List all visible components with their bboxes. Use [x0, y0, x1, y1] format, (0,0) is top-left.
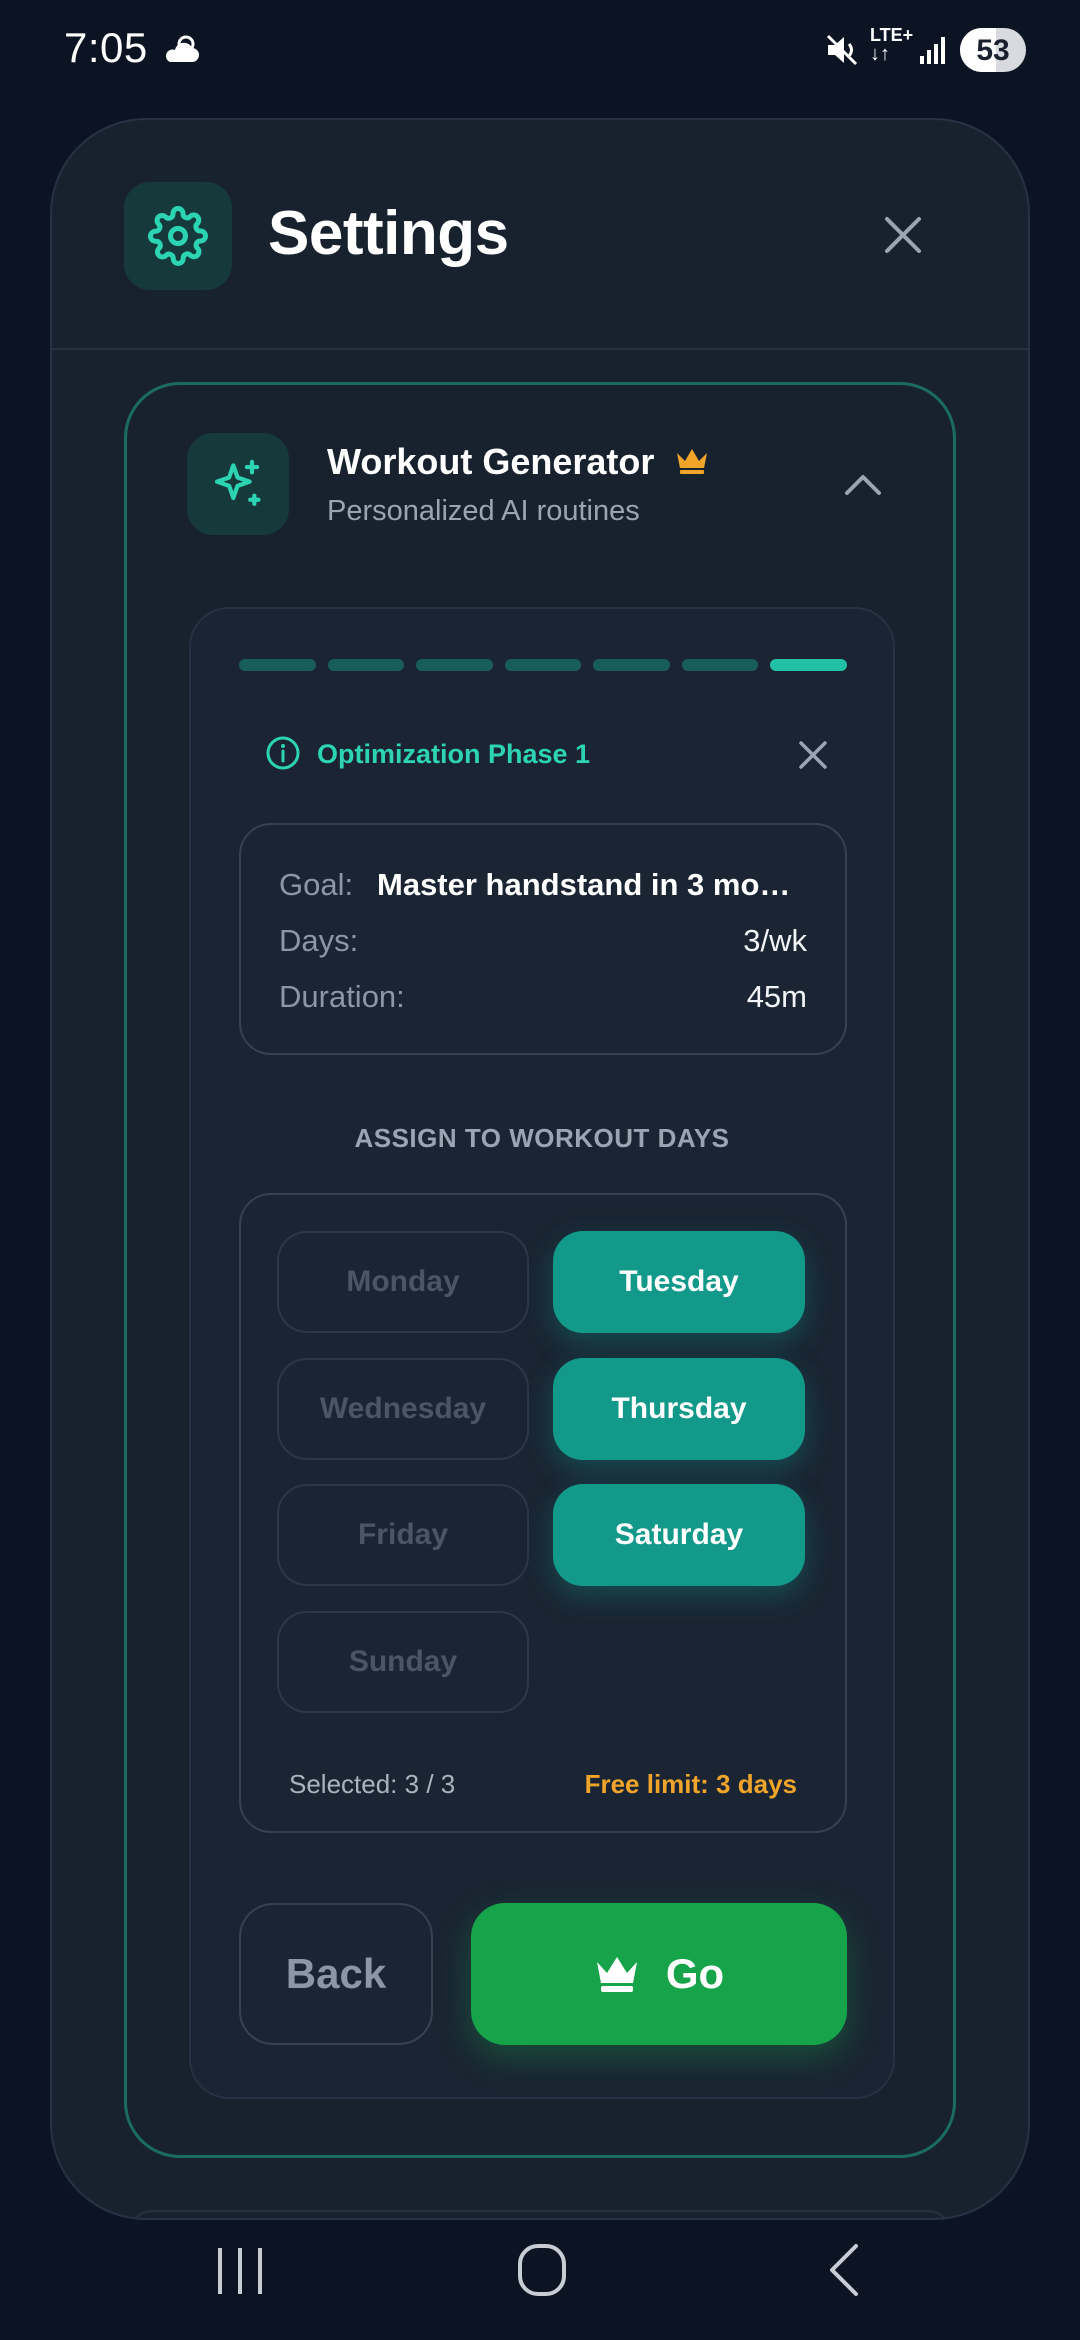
- back-nav-button[interactable]: [826, 2242, 862, 2303]
- day-tuesday[interactable]: Tuesday: [553, 1231, 805, 1333]
- feature-subtitle: Personalized AI routines: [327, 495, 640, 527]
- status-bar: 7:05 LTE+ ↓↑ 53: [0, 0, 1080, 100]
- free-limit-text: Free limit: 3 days: [584, 1769, 797, 1799]
- duration-value: 45m: [746, 979, 807, 1014]
- next-settings-card: [124, 2210, 956, 2218]
- close-icon: [799, 741, 827, 769]
- page-title: Settings: [268, 199, 509, 268]
- plan-summary: Goal: Master handstand in 3 months Days:…: [239, 823, 847, 1055]
- signal-icon: [920, 34, 950, 69]
- system-nav-bar: [0, 2220, 1080, 2340]
- day-saturday[interactable]: Saturday: [553, 1484, 805, 1586]
- dismiss-phase-button[interactable]: [791, 733, 835, 777]
- back-button[interactable]: Back: [239, 1903, 433, 2045]
- goal-label: Goal:: [279, 867, 354, 902]
- settings-header: Settings: [52, 120, 1028, 350]
- gear-icon: [124, 182, 232, 290]
- day-monday[interactable]: Monday: [277, 1231, 529, 1333]
- sparkles-icon: [187, 433, 289, 535]
- crown-icon: [596, 1957, 637, 1992]
- close-icon: [885, 217, 921, 253]
- back-icon: [830, 2244, 858, 2296]
- progress-step: [681, 659, 759, 671]
- collapse-button[interactable]: [833, 455, 893, 515]
- recents-icon: [218, 2248, 262, 2294]
- day-selector: Monday Tuesday Wednesday Thursday Friday…: [239, 1193, 847, 1833]
- workout-wizard: Optimization Phase 1 Goal: Master handst…: [189, 607, 895, 2099]
- progress-step: [327, 659, 405, 671]
- close-settings-button[interactable]: [870, 202, 936, 268]
- info-icon: [265, 735, 301, 776]
- workout-generator-card: Workout Generator Personalized AI routin…: [124, 382, 956, 2158]
- status-time: 7:05: [64, 24, 148, 71]
- data-arrows-icon: ↓↑: [870, 43, 890, 65]
- go-label: Go: [665, 1950, 725, 1997]
- day-sunday[interactable]: Sunday: [277, 1611, 529, 1713]
- home-button[interactable]: [516, 2242, 568, 2303]
- chevron-up-icon: [845, 475, 881, 495]
- step-progress: [239, 659, 848, 671]
- duration-label: Duration:: [279, 979, 405, 1014]
- battery-indicator: 53: [960, 28, 1026, 72]
- progress-step: [416, 659, 493, 671]
- progress-step: [770, 659, 848, 671]
- crown-icon: [675, 447, 709, 480]
- recents-button[interactable]: [214, 2244, 266, 2303]
- days-value: 3/wk: [743, 923, 807, 958]
- selected-count: Selected: 3 / 3: [289, 1769, 456, 1799]
- network-label: LTE+: [870, 25, 914, 45]
- goal-value: Master handstand in 3 months: [377, 867, 807, 902]
- home-icon: [518, 2244, 566, 2296]
- day-friday[interactable]: Friday: [277, 1484, 529, 1586]
- days-row: Days: 3/wk: [279, 923, 807, 963]
- day-thursday[interactable]: Thursday: [553, 1358, 805, 1460]
- duration-row: Duration: 45m: [279, 979, 807, 1019]
- goal-row: Goal: Master handstand in 3 months: [279, 867, 807, 907]
- days-label: Days:: [279, 923, 359, 958]
- battery-level: 53: [976, 34, 1010, 67]
- network-type: LTE+ ↓↑: [870, 25, 914, 72]
- progress-step: [593, 659, 670, 671]
- mute-icon: [824, 32, 860, 73]
- assign-days-heading: ASSIGN TO WORKOUT DAYS: [354, 1123, 730, 1153]
- feature-title: Workout Generator: [327, 441, 655, 482]
- day-wednesday[interactable]: Wednesday: [277, 1358, 529, 1460]
- progress-step: [239, 659, 316, 671]
- settings-sheet: Settings Workout Generator Personalized …: [50, 118, 1030, 2220]
- phase-label: Optimization Phase 1: [317, 739, 591, 769]
- weather-cloud-icon: [162, 32, 202, 73]
- go-button[interactable]: Go: [471, 1903, 847, 2045]
- progress-step: [504, 659, 582, 671]
